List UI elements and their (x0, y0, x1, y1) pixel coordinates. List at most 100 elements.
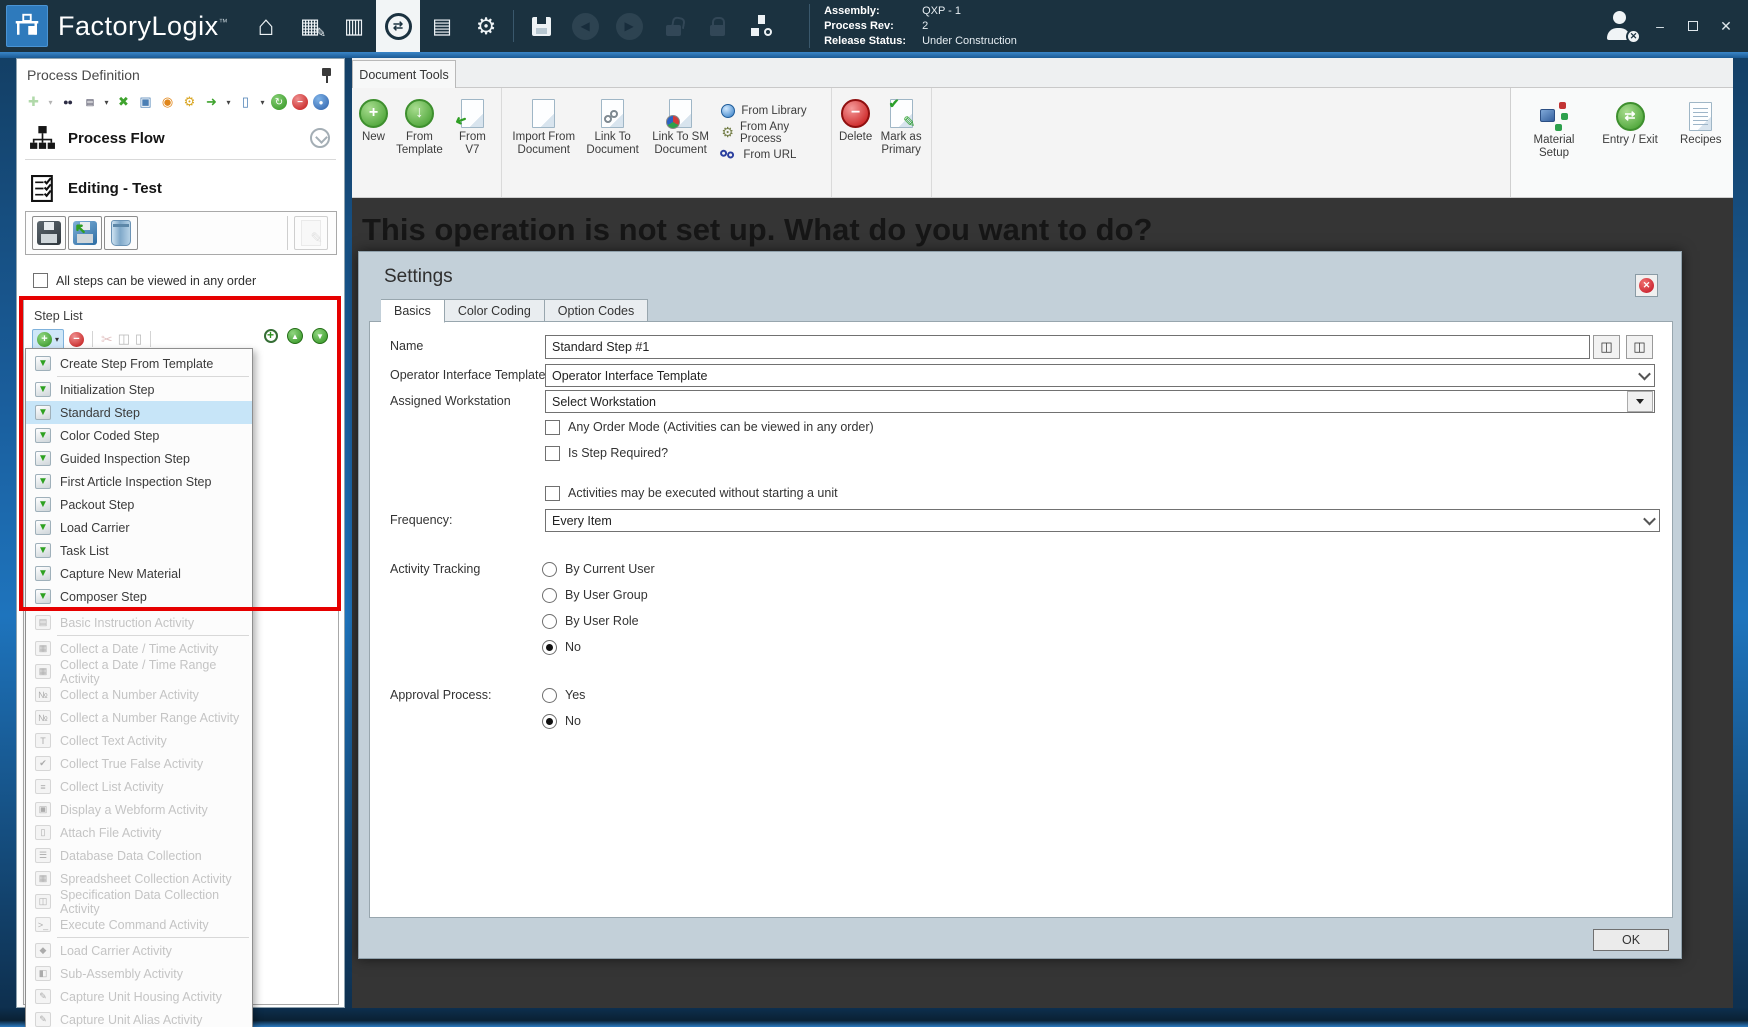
delete-element-button[interactable]: −Delete (836, 93, 875, 146)
move-up-button[interactable]: ▲ (287, 328, 303, 344)
delete-process-button[interactable] (104, 216, 138, 250)
add-icon[interactable]: ✚ (25, 93, 42, 111)
save-as-button[interactable]: ➜ (68, 216, 102, 250)
name-editor-button[interactable]: ◫ (1593, 335, 1620, 359)
process-flow-header[interactable]: Process Flow (17, 119, 344, 157)
remove-step-button[interactable]: − (69, 332, 84, 347)
step-menu-item[interactable]: ▼ Standard Step (26, 401, 252, 424)
step-menu-item: ◫ Specification Data Collection Activity (26, 890, 252, 913)
ok-button[interactable]: OK (1593, 929, 1669, 951)
settings-gear-icon[interactable]: ⚙ (464, 0, 508, 52)
from-any-process-button[interactable]: ⚙From Any Process (721, 123, 827, 142)
step-menu-item[interactable]: ▼ Packout Step (26, 493, 252, 516)
material-setup-button[interactable]: Material Setup (1525, 96, 1583, 197)
reports-icon[interactable]: ▤ (420, 0, 464, 52)
workstation-combo[interactable]: Select Workstation (545, 390, 1655, 413)
import-from-document-button[interactable]: Import From Document (506, 93, 581, 159)
audit-search-icon[interactable] (739, 0, 783, 52)
dropdown-caret[interactable]: ▾ (225, 93, 232, 111)
radio-option[interactable]: No (542, 708, 585, 734)
print-icon[interactable]: ▤ (81, 93, 98, 111)
add-step-button[interactable]: +▾ (32, 329, 64, 350)
data-entry-icon[interactable]: ▦✎ (288, 0, 332, 52)
link-to-sm-document-button[interactable]: Link To SM Document (644, 93, 718, 159)
dialog-tab[interactable]: Option Codes (545, 299, 648, 322)
chevron-down-icon[interactable] (1634, 365, 1654, 386)
name-input[interactable] (545, 335, 1590, 359)
any-order-label: Any Order Mode (Activities can be viewed… (568, 420, 874, 434)
all-steps-any-order-checkbox[interactable] (33, 273, 48, 288)
close-button[interactable]: ✕ (1718, 18, 1734, 35)
entry-exit-button[interactable]: ⇄Entry / Exit (1597, 96, 1663, 197)
from-v7-button[interactable]: ➜From V7 (448, 93, 497, 159)
associate-icon[interactable]: ✖ (115, 93, 132, 111)
step-required-checkbox[interactable] (545, 446, 560, 461)
edit-disabled-button[interactable]: ✎ (294, 216, 328, 250)
chevron-down-icon[interactable] (1639, 510, 1659, 531)
recipes-button[interactable]: Recipes (1677, 96, 1725, 197)
logout-user-icon[interactable]: ✕ (1605, 11, 1635, 41)
zoom-add-icon[interactable] (264, 329, 278, 343)
radio-option[interactable]: No (542, 634, 655, 660)
from-template-button[interactable]: ↓From Template (391, 93, 448, 159)
trash-icon[interactable]: ▯ (237, 93, 254, 111)
minimize-button[interactable]: – (1652, 18, 1668, 34)
home-icon[interactable]: ⌂ (244, 0, 288, 52)
from-url-button[interactable]: From URL (721, 145, 827, 164)
any-order-checkbox[interactable] (545, 420, 560, 435)
dropdown-caret[interactable]: ▾ (47, 93, 54, 111)
radio-option[interactable]: Yes (542, 682, 585, 708)
remove-icon[interactable]: − (292, 94, 308, 110)
gear-icon: ⚙ (721, 124, 734, 141)
step-menu-item[interactable]: ▼ Load Carrier (26, 516, 252, 539)
operator-template-combo[interactable]: Operator Interface Template (545, 364, 1655, 387)
step-menu-item[interactable]: ▼ Initialization Step (26, 378, 252, 401)
dropdown-caret[interactable]: ▾ (103, 93, 110, 111)
chevron-down-icon[interactable] (310, 128, 330, 148)
share-icon[interactable]: ➜ (203, 93, 220, 111)
save-process-button[interactable] (32, 216, 66, 250)
from-library-button[interactable]: From Library (721, 101, 827, 120)
presentation-icon[interactable]: ▣ (137, 93, 154, 111)
step-menu-item[interactable]: ▼ Color Coded Step (26, 424, 252, 447)
maximize-button[interactable] (1685, 18, 1701, 34)
main-area: Document Tools +New ↓From Template ➜From… (352, 58, 1733, 1008)
unlock-icon[interactable] (651, 0, 695, 52)
frequency-combo[interactable]: Every Item (545, 509, 1660, 532)
back-icon[interactable]: ◀ (563, 0, 607, 52)
dialog-tab[interactable]: Basics (381, 299, 445, 323)
refresh-icon[interactable]: ↻ (271, 94, 287, 110)
document-tools-tab[interactable]: Document Tools (352, 60, 456, 88)
step-menu-item[interactable]: ▼ Guided Inspection Step (26, 447, 252, 470)
dialog-close-button[interactable]: ✕ (1635, 274, 1658, 297)
link-to-document-button[interactable]: Link To Document (581, 93, 643, 159)
lock-icon[interactable] (695, 0, 739, 52)
binoculars-icon[interactable]: ●● (59, 93, 76, 111)
new-button[interactable]: +New (356, 93, 391, 146)
move-down-button[interactable]: ▼ (312, 328, 328, 344)
no-unit-checkbox[interactable] (545, 486, 560, 501)
record-icon[interactable]: ● (313, 94, 329, 110)
step-menu-item[interactable]: ▼ First Article Inspection Step (26, 470, 252, 493)
save-icon[interactable] (519, 0, 563, 52)
name-translations-button[interactable]: ◫ (1626, 335, 1653, 359)
mark-as-primary-button[interactable]: ✔✎Mark as Primary (875, 93, 927, 159)
process-exchange-icon[interactable]: ⇄ (376, 0, 420, 52)
step-menu-item[interactable]: ▼ Composer Step (26, 585, 252, 608)
radio-option[interactable]: By User Group (542, 582, 655, 608)
materials-icon[interactable]: ▥ (332, 0, 376, 52)
step-menu-item[interactable]: ▼ Capture New Material (26, 562, 252, 585)
forward-icon[interactable]: ▶ (607, 0, 651, 52)
pin-icon[interactable] (320, 67, 334, 83)
bell-icon[interactable]: ◉ (159, 93, 176, 111)
step-menu-item: >_ Execute Command Activity (26, 913, 252, 936)
radio-option[interactable]: By User Role (542, 608, 655, 634)
dropdown-caret[interactable]: ▾ (259, 93, 266, 111)
step-menu-item[interactable]: ▼ Task List (26, 539, 252, 562)
step-menu-item[interactable]: ▼ Create Step From Template (26, 352, 252, 375)
radio-option[interactable]: By Current User (542, 556, 655, 582)
dropdown-arrow-icon[interactable] (1627, 391, 1653, 412)
editing-header[interactable]: Editing - Test (17, 169, 344, 207)
gear-icon[interactable]: ⚙ (181, 93, 198, 111)
dialog-tab[interactable]: Color Coding (445, 299, 545, 322)
